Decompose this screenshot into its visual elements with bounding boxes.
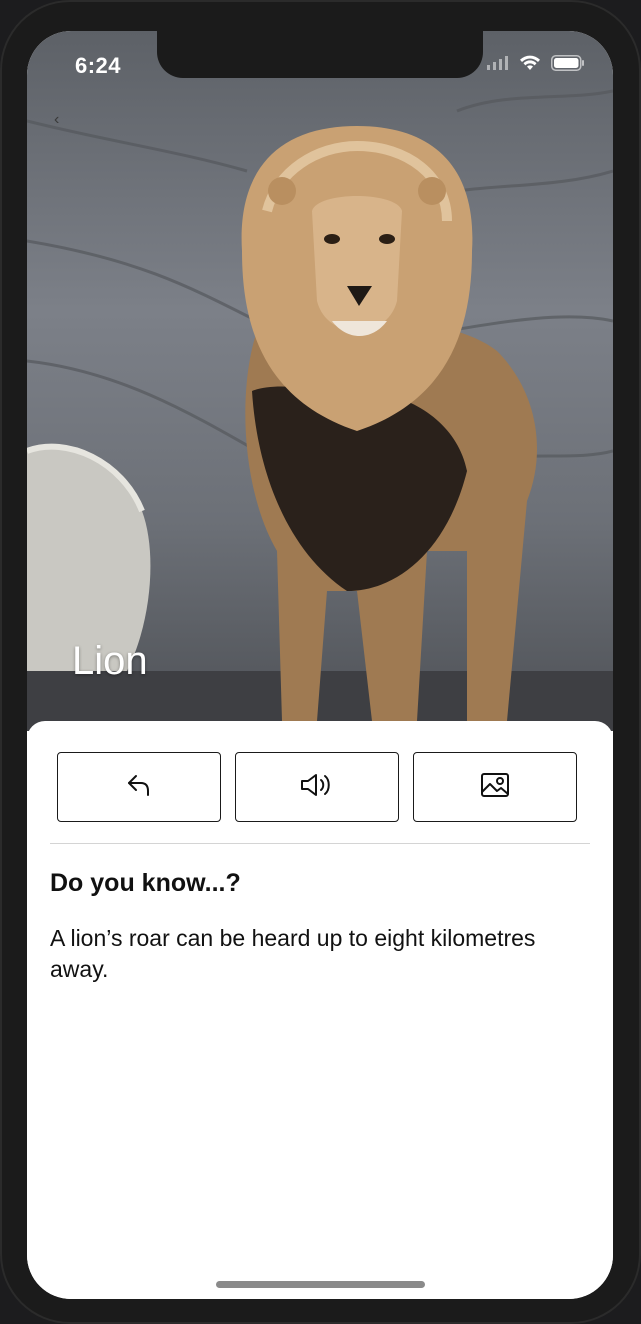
wifi-icon bbox=[519, 55, 541, 76]
sound-action-button[interactable] bbox=[235, 752, 399, 822]
speaker-icon bbox=[299, 771, 335, 804]
divider bbox=[50, 843, 590, 844]
chevron-left-icon: ‹ bbox=[54, 111, 60, 128]
status-icons bbox=[487, 55, 585, 76]
fact-text: A lion’s roar can be heard up to eight k… bbox=[50, 925, 536, 982]
image-icon bbox=[480, 772, 510, 803]
lion-photo bbox=[27, 89, 613, 731]
animal-name: Lion bbox=[72, 639, 148, 683]
hero-image-lion: 6:24 ‹ Lion bbox=[27, 31, 613, 731]
notch bbox=[157, 31, 483, 78]
fact-heading: Do you know...? bbox=[50, 869, 241, 897]
photo-action-button[interactable] bbox=[413, 752, 577, 822]
back-button[interactable]: ‹ bbox=[54, 111, 59, 129]
signal-icon bbox=[487, 56, 509, 75]
status-time: 6:24 bbox=[75, 53, 122, 78]
action-buttons bbox=[57, 752, 577, 822]
screen: 6:24 ‹ Lion Do you know...? A lion’s roa… bbox=[27, 31, 613, 1299]
phone-frame: 6:24 ‹ Lion Do you know...? A lion’s roa… bbox=[0, 0, 641, 1324]
info-panel: Do you know...? A lion’s roar can be hea… bbox=[27, 721, 613, 1299]
back-action-button[interactable] bbox=[57, 752, 221, 822]
home-indicator[interactable] bbox=[216, 1281, 425, 1288]
return-arrow-icon bbox=[125, 773, 153, 802]
battery-icon bbox=[551, 55, 585, 76]
